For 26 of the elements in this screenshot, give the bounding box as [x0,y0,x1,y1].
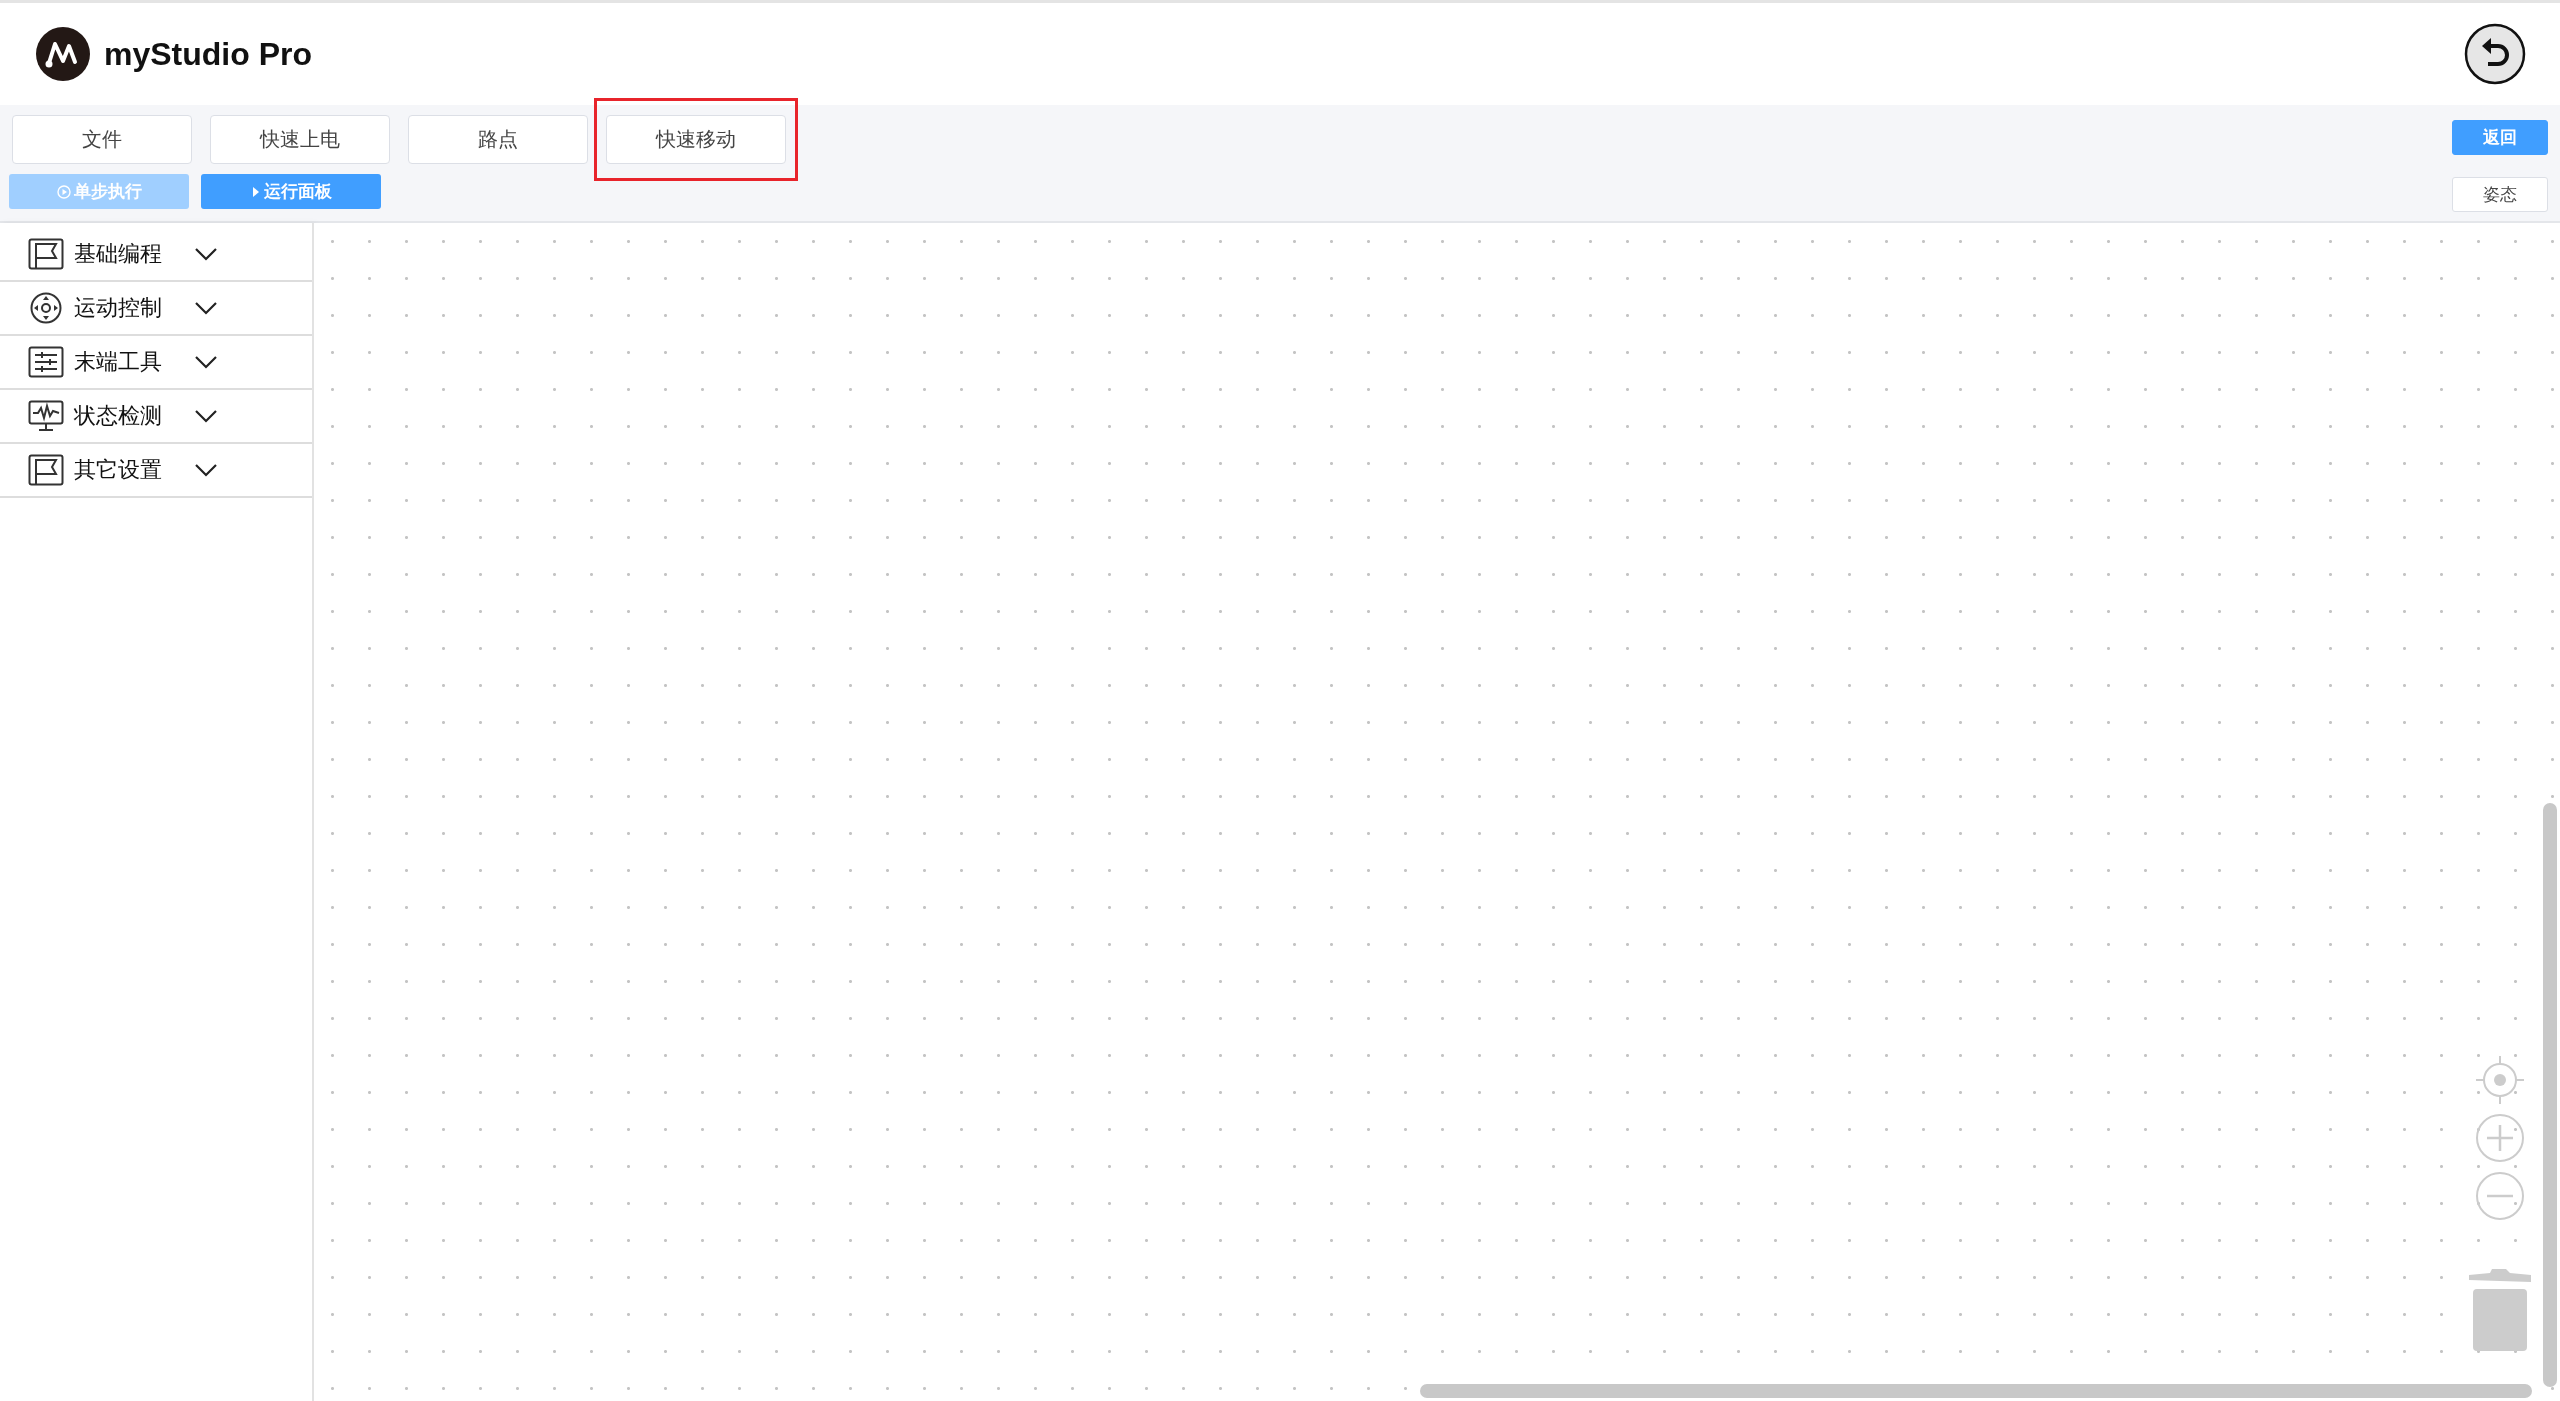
dpad-icon [28,292,64,324]
trash-icon[interactable] [2468,1269,2532,1353]
category-item[interactable]: 末端工具 [0,336,312,390]
scrollbar[interactable] [1420,1384,2532,1398]
app-title: myStudio Pro [104,35,312,73]
logo-icon [36,27,90,81]
tab[interactable]: 路点 [408,115,588,164]
toolbar-button[interactable]: 姿态 [2452,177,2548,212]
category-item[interactable]: 状态检测 [0,390,312,444]
monitor-icon [28,400,64,432]
category-item[interactable]: 基础编程 [0,228,312,282]
undo-icon[interactable] [2464,23,2526,85]
play-circle-icon [56,184,71,199]
target-icon[interactable] [2475,1055,2525,1105]
category-item[interactable]: 其它设置 [0,444,312,498]
play-icon [250,184,261,199]
tab[interactable]: 文件 [12,115,192,164]
category-item[interactable]: 运动控制 [0,282,312,336]
tab[interactable]: 快速上电 [210,115,390,164]
flag-icon [28,238,64,270]
zoom-out-icon[interactable] [2475,1171,2525,1221]
zoom-in-icon[interactable] [2475,1113,2525,1163]
scrollbar[interactable] [2543,803,2557,1387]
tab[interactable]: 快速移动 [606,115,786,164]
sliders-icon [28,346,64,378]
flag-icon [28,454,64,486]
